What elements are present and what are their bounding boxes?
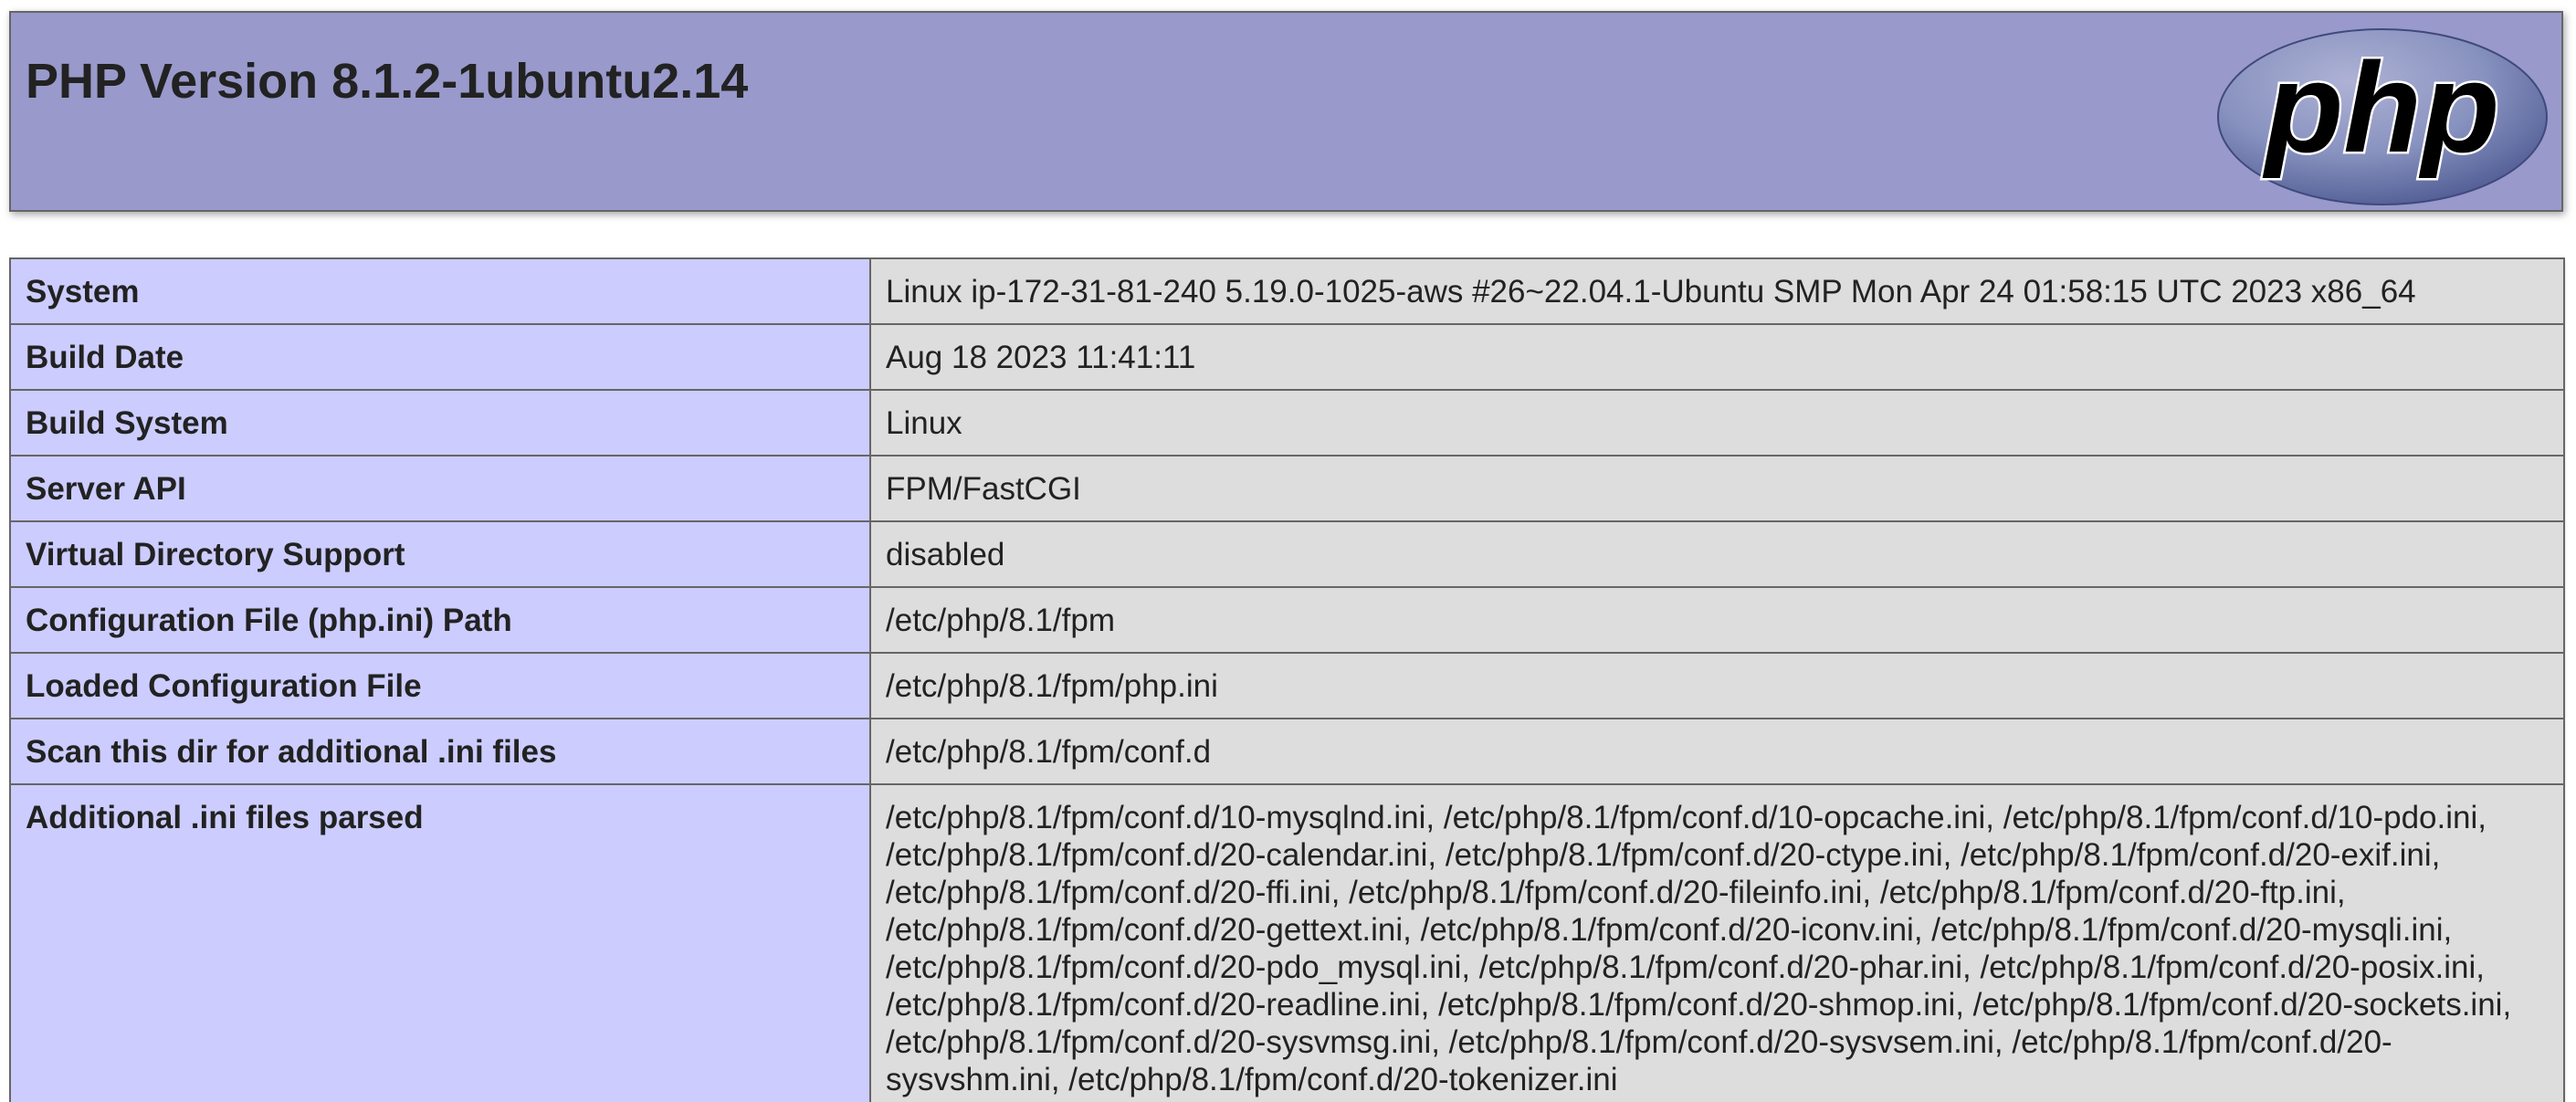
info-row-label: Server API [9,455,871,522]
info-row-value: FPM/FastCGI [869,455,2565,522]
info-row-label: Loaded Configuration File [9,652,871,719]
php-logo-text: php [2262,36,2500,179]
info-row-value: Linux [869,389,2565,457]
info-row-label: Build System [9,389,871,457]
info-row-value: Linux ip-172-31-81-240 5.19.0-1025-aws #… [869,257,2565,325]
info-row: Build Date Aug 18 2023 11:41:11 [9,323,2565,391]
info-row-value: /etc/php/8.1/fpm/conf.d/10-mysqlnd.ini, … [869,783,2565,1102]
system-info-table: System Linux ip-172-31-81-240 5.19.0-1025… [9,257,2565,1102]
info-row: System Linux ip-172-31-81-240 5.19.0-1025… [9,257,2565,325]
info-row: Loaded Configuration File/etc/php/8.1/fp… [9,652,2565,719]
info-row-label: Configuration File (php.ini) Path [9,586,871,654]
info-row-label: Virtual Directory Support [9,520,871,588]
info-row: Server API FPM/FastCGI [9,455,2565,522]
info-row: Virtual Directory Support disabled [9,520,2565,588]
info-row-label: System [9,257,871,325]
php-info-header: PHP Version 8.1.2-1ubuntu2.14 php [9,11,2563,212]
page-title: PHP Version 8.1.2-1ubuntu2.14 [26,54,749,109]
info-row: Configuration File (php.ini) Path/etc/ph… [9,586,2565,654]
info-row: Build System Linux [9,389,2565,457]
info-row-value: /etc/php/8.1/fpm/php.ini [869,652,2565,719]
system-info-body: System Linux ip-172-31-81-240 5.19.0-1025… [9,257,2565,1102]
info-row-label: Build Date [9,323,871,391]
info-row: Additional .ini files parsed/etc/php/8.1… [9,783,2565,1102]
info-row-label: Scan this dir for additional .ini files [9,718,871,785]
info-row-value: Aug 18 2023 11:41:11 [869,323,2565,391]
info-row-label: Additional .ini files parsed [9,783,871,1102]
info-row: Scan this dir for additional .ini files /… [9,718,2565,785]
info-row-value: /etc/php/8.1/fpm [869,586,2565,654]
php-logo-icon[interactable]: php [2214,26,2550,208]
info-row-value: /etc/php/8.1/fpm/conf.d [869,718,2565,785]
info-row-value: disabled [869,520,2565,588]
